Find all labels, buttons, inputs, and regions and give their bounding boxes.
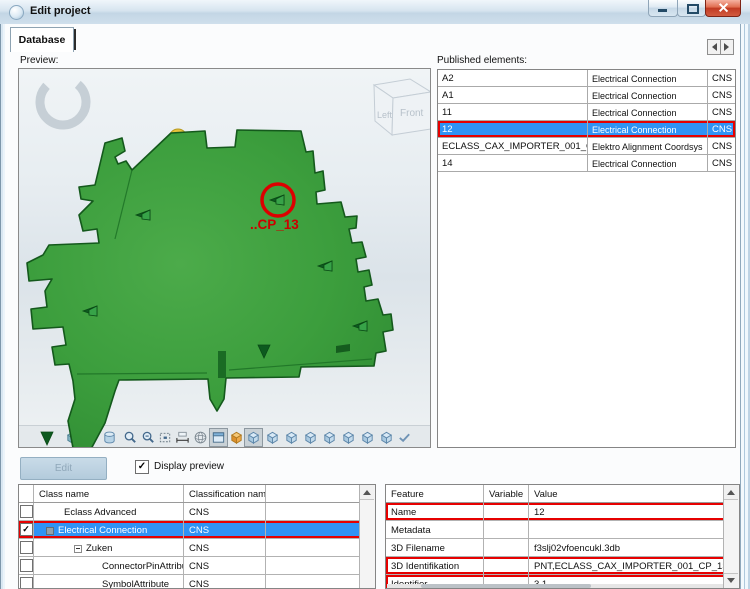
yellow-knob	[170, 129, 186, 143]
minimize-button[interactable]	[648, 0, 678, 17]
row-checkbox-checked[interactable]: ✓	[20, 523, 33, 536]
view-iso-icon[interactable]	[377, 428, 396, 447]
published-elements-label: Published elements:	[437, 55, 527, 66]
arrow-right-icon	[724, 43, 733, 51]
value-header: Value	[529, 485, 726, 502]
table-row-selected[interactable]: ✓ Electrical Connection CNS	[19, 521, 375, 539]
tree-expander-icon[interactable]	[74, 545, 82, 553]
client-area: Database Preview: Published elements:	[5, 24, 740, 589]
measure-icon[interactable]	[173, 428, 192, 447]
svg-text:Front: Front	[400, 108, 424, 119]
solid-style-icon[interactable]	[63, 428, 82, 447]
table-row-highlighted[interactable]: 3D Identifikation PNT,ECLASS_CAX_IMPORTE…	[386, 557, 739, 575]
model-edges	[77, 170, 372, 374]
view-front-icon[interactable]	[263, 428, 282, 447]
class-table-header: Class name Classification name	[19, 485, 375, 503]
feature-table-header: Feature Variable Value	[386, 485, 739, 503]
scroll-up-icon	[727, 486, 735, 495]
preview-scene: Left Front	[19, 69, 430, 447]
table-row[interactable]: 3D Filename f3slj02vfoencukl.3db	[386, 539, 739, 557]
row-checkbox[interactable]	[20, 505, 33, 518]
preview-viewport[interactable]: Left Front	[18, 68, 431, 448]
solid-box-icon[interactable]	[81, 428, 100, 447]
row-checkbox[interactable]	[20, 559, 33, 572]
view-right-icon[interactable]	[320, 428, 339, 447]
svg-text:Left: Left	[377, 110, 393, 120]
close-button[interactable]	[705, 0, 741, 17]
scroll-up-button[interactable]	[360, 485, 374, 500]
scroll-up-icon	[363, 486, 371, 495]
model-slot-vertical	[218, 351, 226, 378]
minimize-icon	[658, 9, 667, 12]
tab-scroll-right-button[interactable]	[720, 39, 734, 55]
annotation-text: ..CP_13	[250, 217, 299, 232]
edit-project-window: Edit project Database Preview: Published…	[0, 0, 750, 589]
view-top-icon[interactable]	[339, 428, 358, 447]
vertical-scrollbar[interactable]	[359, 485, 375, 588]
horizontal-scrollbar[interactable]	[387, 584, 723, 588]
table-row-highlighted[interactable]: Name 12	[386, 503, 739, 521]
table-row[interactable]: A1 Electrical Connection CNS	[438, 87, 735, 104]
view-back-icon[interactable]	[282, 428, 301, 447]
cylinder-icon[interactable]	[100, 428, 119, 447]
arrow-left-icon	[708, 43, 717, 51]
connection-point-markers	[41, 195, 367, 445]
maximize-icon	[687, 4, 699, 14]
table-row[interactable]: ECLASS_CAX_IMPORTER_001_CP_0 Elektro Ali…	[438, 138, 735, 155]
window-frame-right	[740, 24, 750, 589]
view-left-icon[interactable]	[301, 428, 320, 447]
model-body	[27, 130, 393, 447]
app-icon	[9, 5, 24, 20]
tab-divider	[74, 29, 76, 50]
annotation-circle	[262, 184, 294, 216]
row-checkbox[interactable]	[20, 541, 33, 554]
table-row[interactable]: SymbolAttribute CNS	[19, 575, 375, 589]
tab-scroll-left-button[interactable]	[707, 39, 721, 55]
variable-header: Variable	[484, 485, 529, 502]
row-checkbox[interactable]	[20, 577, 33, 589]
table-row[interactable]: ConnectorPinAttribute CNS	[19, 557, 375, 575]
preview-toolbar	[19, 425, 430, 447]
scrollbar-thumb[interactable]	[421, 584, 591, 588]
view-cube-widget: Left Front	[374, 79, 430, 135]
vertical-scrollbar[interactable]	[723, 485, 739, 588]
table-row[interactable]: Eclass Advanced CNS	[19, 503, 375, 521]
table-row[interactable]: Metadata	[386, 521, 739, 539]
class-table: Class name Classification name Eclass Ad…	[18, 484, 376, 589]
display-preview-checkbox[interactable]: ✓	[135, 460, 149, 474]
table-row[interactable]: 14 Electrical Connection CNS	[438, 155, 735, 172]
wireframe-icon[interactable]	[191, 428, 210, 447]
scroll-up-button[interactable]	[724, 485, 738, 500]
more-views-icon[interactable]	[395, 428, 414, 447]
model-slot-right	[336, 344, 350, 353]
feature-header: Feature	[386, 485, 484, 502]
rotate-widget-icon	[31, 70, 96, 135]
tree-expander-icon[interactable]	[46, 527, 54, 535]
zoom-in-icon[interactable]	[121, 428, 140, 447]
classification-name-header: Classification name	[184, 485, 266, 502]
window-title: Edit project	[30, 5, 91, 17]
maximize-button[interactable]	[677, 0, 706, 17]
preview-label: Preview:	[20, 55, 58, 66]
close-icon	[718, 2, 729, 13]
feature-table: Feature Variable Value Name 12 Metadata …	[385, 484, 740, 589]
title-bar[interactable]: Edit project	[0, 0, 750, 25]
scroll-down-icon	[727, 578, 735, 587]
view-bottom-icon[interactable]	[358, 428, 377, 447]
display-preview-label: Display preview	[154, 461, 224, 472]
published-elements-table: A2 Electrical Connection CNS A1 Electric…	[437, 69, 736, 448]
solid-view-icon[interactable]	[244, 428, 263, 447]
edit-button[interactable]: Edit	[20, 457, 107, 480]
table-row-selected[interactable]: 12 Electrical Connection CNS	[438, 121, 735, 138]
scroll-down-button[interactable]	[724, 573, 738, 588]
class-name-header: Class name	[34, 485, 184, 502]
table-row[interactable]: Zuken CNS	[19, 539, 375, 557]
table-row[interactable]: 11 Electrical Connection CNS	[438, 104, 735, 121]
shaded-edges-icon[interactable]	[209, 428, 228, 447]
table-row[interactable]: A2 Electrical Connection CNS	[438, 70, 735, 87]
tab-database[interactable]: Database	[10, 27, 74, 52]
